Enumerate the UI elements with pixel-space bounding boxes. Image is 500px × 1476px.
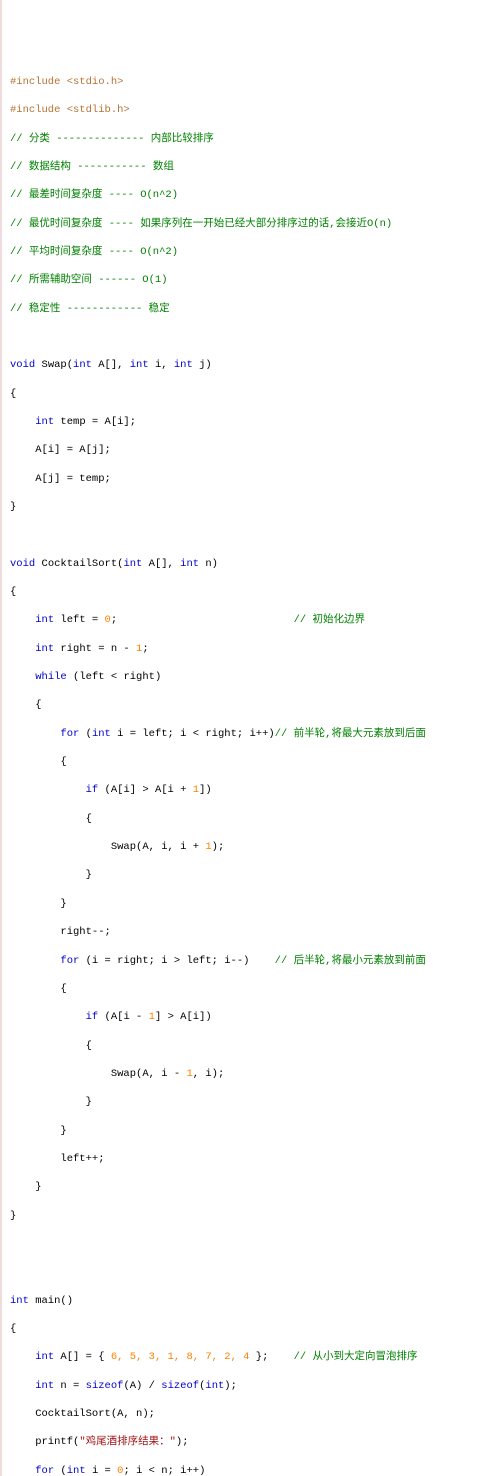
blank-line — [10, 528, 492, 542]
brace-open: { — [10, 585, 492, 599]
swap-call-backward: Swap(A, i - 1, i); — [10, 1067, 492, 1081]
include-stdlib: #include <stdlib.h> — [10, 103, 492, 117]
brace-open: { — [10, 755, 492, 769]
for-print: for (int i = 0; i < n; i++) — [10, 1464, 492, 1476]
comment-best-time: // 最优时间复杂度 ---- 如果序列在一开始已经大部分排序过的话,会接近O(… — [10, 217, 492, 231]
brace-close: } — [10, 500, 492, 514]
brace-open: { — [10, 1322, 492, 1336]
left-init: int left = 0; // 初始化边界 — [10, 613, 492, 627]
printf-title: printf("鸡尾酒排序结果："); — [10, 1435, 492, 1449]
while-loop: while (left < right) — [10, 670, 492, 684]
swap-assign-1: A[i] = A[j]; — [10, 443, 492, 457]
brace-close: } — [10, 897, 492, 911]
brace-close: } — [10, 1209, 492, 1223]
blank-line — [10, 1237, 492, 1251]
right-init: int right = n - 1; — [10, 642, 492, 656]
swap-assign-2: A[j] = temp; — [10, 472, 492, 486]
cocktail-signature: void CocktailSort(int A[], int n) — [10, 557, 492, 571]
code-block: #include <stdio.h> #include <stdlib.h> /… — [10, 61, 492, 1476]
brace-open: { — [10, 387, 492, 401]
if-forward: if (A[i] > A[i + 1]) — [10, 783, 492, 797]
brace-open: { — [10, 698, 492, 712]
comment-avg-time: // 平均时间复杂度 ---- O(n^2) — [10, 245, 492, 259]
swap-signature: void Swap(int A[], int i, int j) — [10, 358, 492, 372]
swap-temp: int temp = A[i]; — [10, 415, 492, 429]
brace-close: } — [10, 868, 492, 882]
right-dec: right--; — [10, 925, 492, 939]
brace-close: } — [10, 1180, 492, 1194]
for-backward: for (i = right; i > left; i--) // 后半轮,将最… — [10, 954, 492, 968]
include-stdio: #include <stdio.h> — [10, 75, 492, 89]
comment-stability: // 稳定性 ------------ 稳定 — [10, 302, 492, 316]
array-init: int A[] = { 6, 5, 3, 1, 8, 7, 2, 4 }; //… — [10, 1350, 492, 1364]
comment-worst-time: // 最差时间复杂度 ---- O(n^2) — [10, 188, 492, 202]
brace-open: { — [10, 982, 492, 996]
left-inc: left++; — [10, 1152, 492, 1166]
blank-line — [10, 1265, 492, 1279]
n-calc: int n = sizeof(A) / sizeof(int); — [10, 1379, 492, 1393]
call-cocktail: CocktailSort(A, n); — [10, 1407, 492, 1421]
brace-open: { — [10, 812, 492, 826]
swap-call-forward: Swap(A, i, i + 1); — [10, 840, 492, 854]
brace-open: { — [10, 1039, 492, 1053]
brace-close: } — [10, 1095, 492, 1109]
for-forward: for (int i = left; i < right; i++)// 前半轮… — [10, 727, 492, 741]
comment-classification: // 分类 -------------- 内部比较排序 — [10, 132, 492, 146]
main-signature: int main() — [10, 1294, 492, 1308]
brace-close: } — [10, 1124, 492, 1138]
blank-line — [10, 330, 492, 344]
if-backward: if (A[i - 1] > A[i]) — [10, 1010, 492, 1024]
comment-data-structure: // 数据结构 ----------- 数组 — [10, 160, 492, 174]
comment-aux-space: // 所需辅助空间 ------ O(1) — [10, 273, 492, 287]
